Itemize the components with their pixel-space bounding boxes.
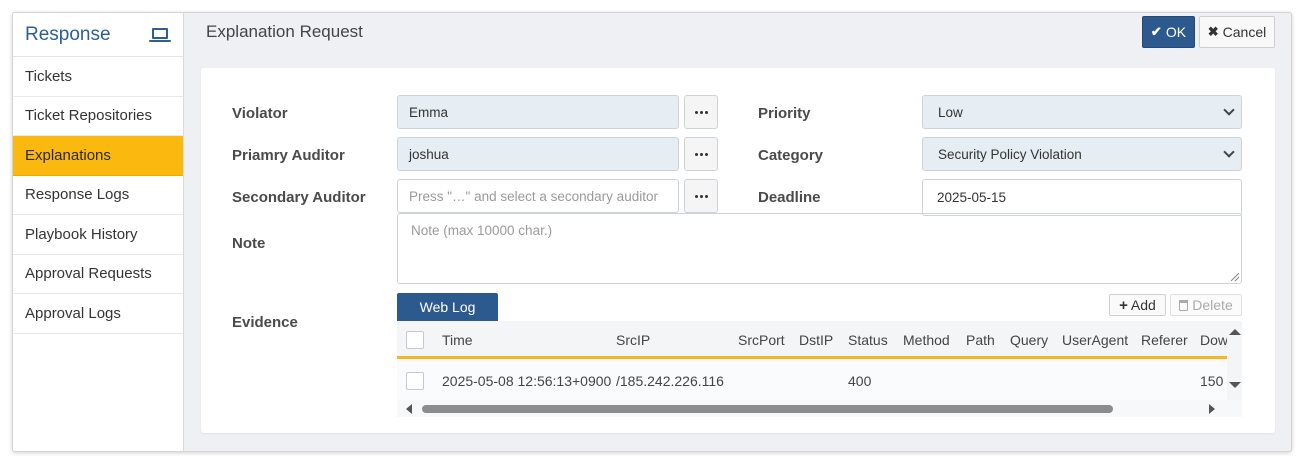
category-label: Category xyxy=(758,147,824,164)
ellipsis-icon xyxy=(694,110,698,114)
explanation-form: Violator Emma Priority Low Priamry Audit… xyxy=(201,68,1275,433)
sidebar-item-explanations[interactable]: Explanations xyxy=(13,136,183,176)
secondary-auditor-label: Secondary Auditor xyxy=(232,189,366,206)
evidence-label: Evidence xyxy=(232,314,298,331)
deadline-label: Deadline xyxy=(758,189,821,206)
cell-download: 150 xyxy=(1200,373,1224,389)
scroll-up-icon[interactable] xyxy=(1229,329,1241,335)
ok-button[interactable]: ✔ OK xyxy=(1142,16,1195,48)
priority-label: Priority xyxy=(758,105,811,122)
select-violator-button[interactable] xyxy=(684,95,718,129)
grid-header: Time SrcIP SrcPort DstIP Status Method P… xyxy=(397,321,1227,359)
sidebar-item-playbook-history[interactable]: Playbook History xyxy=(13,215,183,255)
close-icon: ✖ xyxy=(1207,24,1219,39)
priority-value: Low xyxy=(938,104,963,120)
select-primary-auditor-button[interactable] xyxy=(684,137,718,171)
category-value: Security Policy Violation xyxy=(938,146,1082,162)
sidebar-item-tickets[interactable]: Tickets xyxy=(13,57,183,97)
table-row[interactable]: 2025-05-08 12:56:13+0900 /185.242.226.11… xyxy=(397,362,1227,400)
add-evidence-button[interactable]: + Add xyxy=(1109,294,1166,316)
chevron-down-icon xyxy=(1223,104,1235,116)
cancel-button[interactable]: ✖ Cancel xyxy=(1199,16,1275,48)
sidebar-item-response-logs[interactable]: Response Logs xyxy=(13,176,183,215)
cell-time: 2025-05-08 12:56:13+0900 xyxy=(442,373,612,389)
scrollbar-thumb[interactable] xyxy=(422,405,1113,413)
sidebar-item-label: Approval Logs xyxy=(25,304,121,322)
delete-evidence-button[interactable]: Delete xyxy=(1170,294,1242,316)
cancel-button-label: Cancel xyxy=(1222,24,1267,40)
priority-select[interactable]: Low xyxy=(922,95,1242,129)
secondary-auditor-field[interactable]: Press "…" and select a secondary auditor xyxy=(397,179,679,213)
sidebar-item-approval-requests[interactable]: Approval Requests xyxy=(13,255,183,294)
primary-auditor-field[interactable]: joshua xyxy=(397,137,679,171)
column-header-query[interactable]: Query xyxy=(1010,321,1048,359)
primary-auditor-label: Priamry Auditor xyxy=(232,147,345,164)
column-header-referer[interactable]: Referer xyxy=(1141,321,1188,359)
column-header-time[interactable]: Time xyxy=(442,321,473,359)
column-header-dstip[interactable]: DstIP xyxy=(799,321,833,359)
check-icon: ✔ xyxy=(1150,24,1162,39)
column-header-srcport[interactable]: SrcPort xyxy=(738,321,785,359)
column-header-method[interactable]: Method xyxy=(903,321,950,359)
scroll-left-icon[interactable] xyxy=(406,404,412,414)
ellipsis-icon xyxy=(694,194,698,198)
cell-status: 400 xyxy=(848,373,872,389)
plus-icon: + xyxy=(1119,296,1128,314)
column-header-useragent[interactable]: UserAgent xyxy=(1062,321,1128,359)
laptop-icon[interactable] xyxy=(149,27,171,43)
column-header-path[interactable]: Path xyxy=(966,321,995,359)
violator-label: Violator xyxy=(232,105,288,122)
sidebar-item-label: Ticket Repositories xyxy=(25,107,152,125)
sidebar-item-label: Explanations xyxy=(25,146,111,164)
cell-srcip: /185.242.226.116 xyxy=(616,373,724,389)
evidence-grid: Time SrcIP SrcPort DstIP Status Method P… xyxy=(397,321,1242,417)
vertical-scrollbar[interactable] xyxy=(1227,321,1242,400)
note-label: Note xyxy=(232,235,266,252)
trash-icon xyxy=(1179,299,1189,311)
select-all-checkbox[interactable] xyxy=(406,331,424,349)
horizontal-scrollbar[interactable] xyxy=(397,400,1242,417)
delete-button-label: Delete xyxy=(1192,297,1233,313)
column-header-download[interactable]: Dow xyxy=(1200,321,1227,359)
sidebar-item-label: Response Logs xyxy=(25,186,130,204)
chevron-down-icon xyxy=(1223,146,1235,158)
note-placeholder: Note (max 10000 char.) xyxy=(411,223,553,238)
sidebar-item-ticket-repositories[interactable]: Ticket Repositories xyxy=(13,97,183,136)
column-header-srcip[interactable]: SrcIP xyxy=(616,321,650,359)
sidebar-header: Response xyxy=(13,13,183,57)
column-header-status[interactable]: Status xyxy=(848,321,888,359)
category-select[interactable]: Security Policy Violation xyxy=(922,137,1242,171)
sidebar-item-label: Playbook History xyxy=(25,225,138,243)
add-button-label: Add xyxy=(1130,297,1156,313)
sidebar-item-label: Tickets xyxy=(25,67,72,85)
sidebar-title: Response xyxy=(25,23,111,45)
ellipsis-icon xyxy=(694,152,698,156)
select-secondary-auditor-button[interactable] xyxy=(684,179,718,213)
resize-handle-icon[interactable] xyxy=(1231,273,1239,281)
sidebar: Response Tickets Ticket Repositories Exp… xyxy=(13,13,184,451)
deadline-field[interactable]: 2025-05-15 xyxy=(922,179,1242,216)
row-checkbox[interactable] xyxy=(406,372,424,390)
sidebar-item-approval-logs[interactable]: Approval Logs xyxy=(13,294,183,334)
page-title: Explanation Request xyxy=(206,22,363,41)
scroll-down-icon[interactable] xyxy=(1229,382,1241,388)
ok-button-label: OK xyxy=(1165,24,1187,40)
sidebar-item-label: Approval Requests xyxy=(25,265,152,283)
violator-field[interactable]: Emma xyxy=(397,95,679,129)
app-window: Response Tickets Ticket Repositories Exp… xyxy=(12,12,1292,452)
note-textarea[interactable]: Note (max 10000 char.) xyxy=(397,213,1242,284)
scroll-right-icon[interactable] xyxy=(1209,404,1215,414)
tab-web-log[interactable]: Web Log xyxy=(397,293,498,321)
main-panel: Explanation Request ✔ OK ✖ Cancel Violat… xyxy=(184,13,1291,451)
